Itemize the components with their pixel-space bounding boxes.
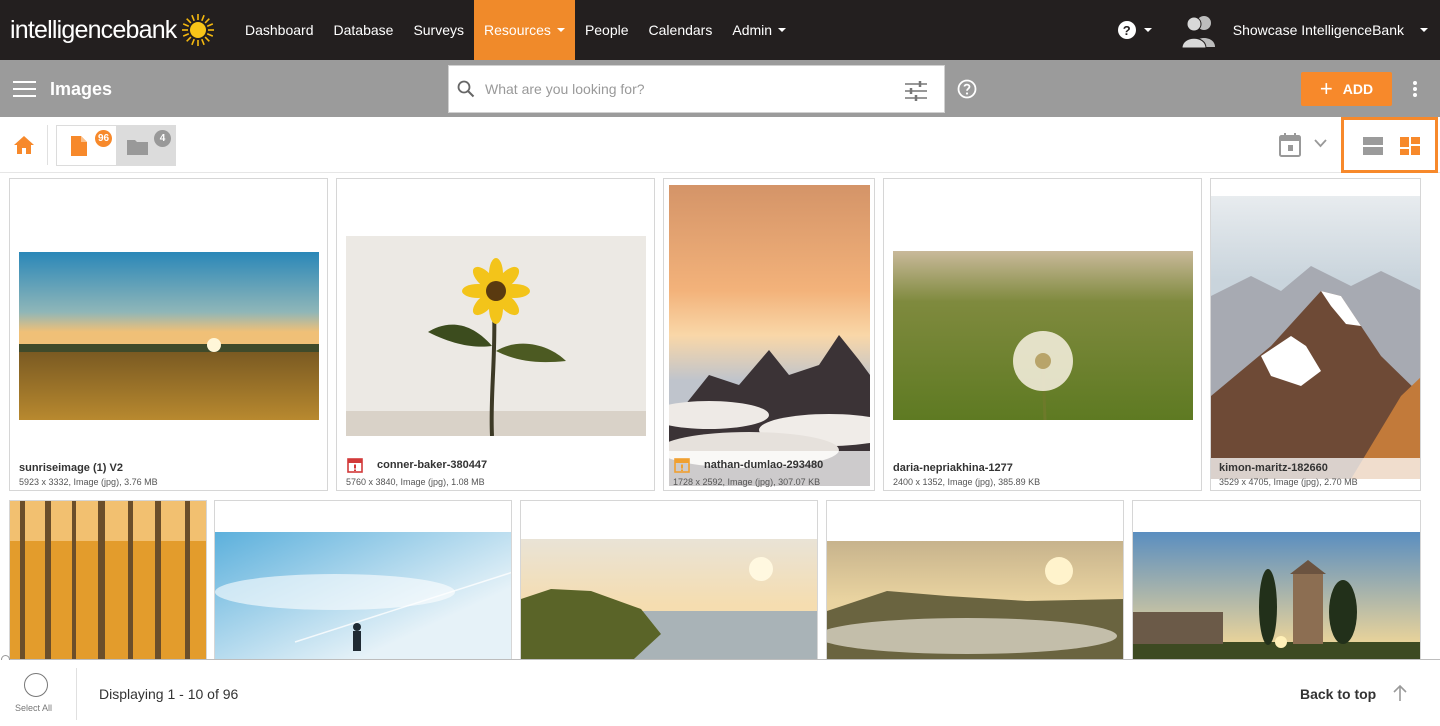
nav-label: Resources [484, 22, 551, 38]
thumbnail-autumn-trees [10, 501, 206, 659]
more-options-icon[interactable] [1413, 81, 1419, 97]
nav-resources[interactable]: Resources [474, 0, 575, 60]
thumbnail-sunflower [346, 236, 646, 436]
warning-calendar-icon [674, 458, 690, 473]
nav-people[interactable]: People [575, 0, 639, 60]
main-nav: Dashboard Database Surveys Resources Peo… [235, 0, 796, 60]
chevron-down-icon[interactable] [1314, 139, 1327, 148]
search-input[interactable] [485, 66, 885, 112]
caret-down-icon [556, 28, 565, 32]
image-grid: sunriseimage (1) V2 5923 x 3332, Image (… [0, 173, 1440, 659]
logo-text: intelligencebank [10, 15, 177, 44]
card-title[interactable]: sunriseimage (1) V2 [19, 462, 123, 474]
resource-type-tabs: 96 4 [56, 125, 176, 166]
image-card[interactable]: nathan-dumlao-293480 1728 x 2592, Image … [663, 178, 875, 491]
image-card[interactable]: kimon-maritz-182660 3529 x 4705, Image (… [1210, 178, 1421, 491]
add-label: ADD [1342, 81, 1374, 97]
nav-right: ? Showcase IntelligenceBank [1117, 0, 1440, 60]
caret-down-icon[interactable] [1420, 28, 1428, 32]
folders-count-badge: 4 [154, 130, 171, 147]
image-card[interactable] [520, 500, 818, 659]
card-title[interactable]: nathan-dumlao-293480 [704, 459, 823, 471]
select-all-checkbox[interactable] [24, 673, 48, 697]
thumbnail-chapel-cypress [1133, 532, 1420, 659]
image-card[interactable] [826, 500, 1124, 659]
nav-surveys[interactable]: Surveys [403, 0, 474, 60]
thumbnail-valley-fog [827, 541, 1123, 659]
image-card[interactable] [1132, 500, 1421, 659]
card-meta: 2400 x 1352, Image (jpg), 385.89 KB [893, 477, 1041, 487]
list-view-icon[interactable] [1363, 137, 1383, 155]
sub-header: Images + ADD [0, 60, 1440, 117]
thumbnail-sky-person [215, 532, 511, 659]
nav-label: People [584, 22, 629, 38]
plus-icon: + [1319, 76, 1333, 101]
nav-calendars[interactable]: Calendars [639, 0, 723, 60]
help-circle-icon[interactable] [957, 79, 977, 99]
divider [47, 125, 48, 165]
help-menu[interactable]: ? [1117, 21, 1152, 39]
footer-bar: Select All Displaying 1 - 10 of 96 Back … [0, 660, 1440, 726]
card-title[interactable]: conner-baker-380447 [377, 459, 487, 471]
nav-label: Calendars [648, 22, 713, 38]
caret-down-icon [1143, 28, 1152, 32]
user-name[interactable]: Showcase IntelligenceBank [1233, 22, 1404, 38]
browse-toolbar: 96 4 [0, 117, 1440, 173]
top-navigation-bar: intelligencebank Dashboard Database Surv… [0, 0, 1440, 60]
arrow-up-icon[interactable] [1392, 684, 1408, 702]
caret-down-icon [778, 28, 787, 32]
divider [76, 668, 77, 720]
image-card[interactable]: daria-nepriakhina-1277 2400 x 1352, Imag… [883, 178, 1202, 491]
folders-tab[interactable]: 4 [116, 126, 175, 165]
card-meta: 5760 x 3840, Image (jpg), 1.08 MB [346, 477, 485, 487]
hamburger-menu-icon[interactable] [13, 81, 36, 97]
user-avatar-icon[interactable] [1180, 11, 1218, 49]
filter-sliders-icon[interactable] [905, 81, 927, 101]
card-meta: 3529 x 4705, Image (jpg), 2.70 MB [1219, 477, 1358, 487]
question-circle-icon: ? [1117, 21, 1136, 39]
thumbnail-dandelion [893, 251, 1193, 420]
nav-label: Database [333, 22, 394, 38]
grid-view-icon[interactable] [1400, 137, 1420, 155]
home-icon[interactable] [14, 136, 34, 154]
image-card[interactable]: sunriseimage (1) V2 5923 x 3332, Image (… [9, 178, 328, 491]
files-tab[interactable]: 96 [57, 126, 116, 165]
view-mode-toggle [1341, 117, 1438, 173]
image-card[interactable]: conner-baker-380447 5760 x 3840, Image (… [336, 178, 655, 491]
select-all-label: Select All [15, 703, 53, 713]
thumbnail-snowy-ridge [1211, 196, 1420, 479]
nav-database[interactable]: Database [324, 0, 404, 60]
folder-icon [127, 140, 148, 155]
image-card[interactable] [214, 500, 512, 659]
files-count-badge: 96 [95, 130, 113, 147]
search-box [448, 65, 945, 113]
nav-dashboard[interactable]: Dashboard [235, 0, 324, 60]
pagination-status: Displaying 1 - 10 of 96 [99, 686, 239, 702]
file-icon [71, 136, 87, 156]
nav-label: Admin [732, 22, 773, 38]
thumbnail-mountain-clouds [669, 185, 870, 486]
nav-admin[interactable]: Admin [722, 0, 796, 60]
thumbnail-sunrise-field [19, 252, 319, 420]
card-meta: 5923 x 3332, Image (jpg), 3.76 MB [19, 477, 158, 487]
card-title[interactable]: kimon-maritz-182660 [1219, 462, 1328, 474]
calendar-sort-icon[interactable] [1279, 133, 1301, 157]
add-button[interactable]: + ADD [1301, 72, 1392, 106]
intelligencebank-logo[interactable]: intelligencebank [0, 0, 235, 60]
expired-calendar-icon [347, 458, 363, 473]
nav-label: Dashboard [245, 22, 314, 38]
card-title[interactable]: daria-nepriakhina-1277 [893, 462, 1013, 474]
card-meta: 1728 x 2592, Image (jpg), 307.07 KB [673, 477, 821, 487]
search-icon [457, 80, 475, 98]
thumbnail-coast-sunset [521, 539, 817, 659]
back-to-top-link[interactable]: Back to top [1300, 686, 1376, 702]
nav-label: Surveys [413, 22, 465, 38]
sun-logo-icon [181, 14, 214, 46]
image-card[interactable] [9, 500, 207, 659]
page-title: Images [50, 79, 113, 99]
